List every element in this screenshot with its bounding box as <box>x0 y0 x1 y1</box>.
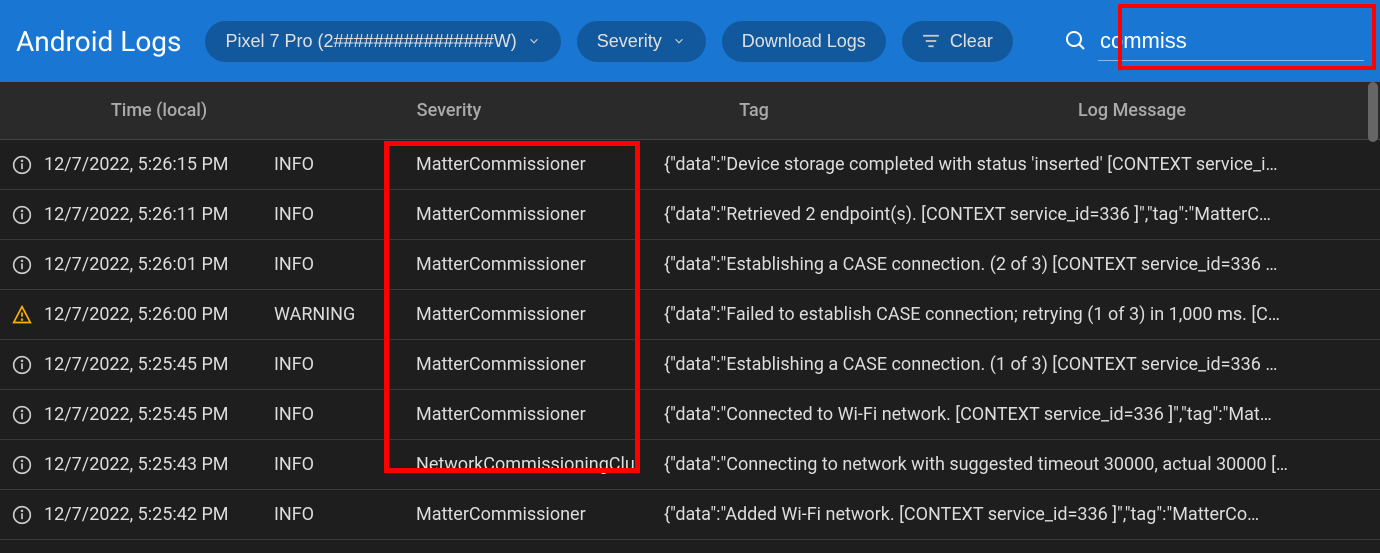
cell-message: {"data":"Establishing a CASE connection.… <box>664 254 1380 275</box>
cell-message: {"data":"Device storage completed with s… <box>664 154 1380 175</box>
severity-label: Severity <box>597 31 662 52</box>
table-row[interactable]: 12/7/2022, 5:26:11 PMINFOMatterCommissio… <box>0 190 1380 240</box>
cell-tag: MatterCommissioner <box>404 504 664 525</box>
col-header-message: Log Message <box>884 100 1380 121</box>
cell-message: {"data":"Establishing a CASE connection.… <box>664 354 1380 375</box>
clear-button[interactable]: Clear <box>902 21 1013 62</box>
cell-severity: INFO <box>274 204 404 225</box>
table-row[interactable]: 12/7/2022, 5:25:42 PMINFOMatterCommissio… <box>0 490 1380 540</box>
cell-message: {"data":"Retrieved 2 endpoint(s). [CONTE… <box>664 204 1380 225</box>
table-header: Time (local) Severity Tag Log Message <box>0 82 1380 140</box>
cell-time: 12/7/2022, 5:25:43 PM <box>44 454 274 475</box>
cell-severity: INFO <box>274 404 404 425</box>
cell-tag: MatterCommissioner <box>404 404 664 425</box>
cell-time: 12/7/2022, 5:25:45 PM <box>44 404 274 425</box>
cell-severity: INFO <box>274 254 404 275</box>
search-wrap <box>1064 22 1364 61</box>
info-icon <box>0 505 44 525</box>
table-row[interactable]: 12/7/2022, 5:25:45 PMINFOMatterCommissio… <box>0 390 1380 440</box>
cell-severity: INFO <box>274 504 404 525</box>
cell-tag: MatterCommissioner <box>404 304 664 325</box>
table-row[interactable]: 12/7/2022, 5:25:43 PMINFONetworkCommissi… <box>0 440 1380 490</box>
log-rows: 12/7/2022, 5:26:15 PMINFOMatterCommissio… <box>0 140 1380 540</box>
download-logs-button[interactable]: Download Logs <box>722 21 886 62</box>
info-icon <box>0 205 44 225</box>
info-icon <box>0 155 44 175</box>
cell-time: 12/7/2022, 5:26:00 PM <box>44 304 274 325</box>
cell-time: 12/7/2022, 5:25:42 PM <box>44 504 274 525</box>
device-label: Pixel 7 Pro (2################W) <box>225 31 516 52</box>
severity-filter[interactable]: Severity <box>577 21 706 62</box>
info-icon <box>0 405 44 425</box>
table-row[interactable]: 12/7/2022, 5:26:15 PMINFOMatterCommissio… <box>0 140 1380 190</box>
table-row[interactable]: 12/7/2022, 5:26:01 PMINFOMatterCommissio… <box>0 240 1380 290</box>
cell-severity: INFO <box>274 354 404 375</box>
device-selector[interactable]: Pixel 7 Pro (2################W) <box>205 21 560 62</box>
cell-tag: MatterCommissioner <box>404 154 664 175</box>
cell-tag: MatterCommissioner <box>404 254 664 275</box>
info-icon <box>0 355 44 375</box>
cell-tag: MatterCommissioner <box>404 204 664 225</box>
cell-message: {"data":"Added Wi-Fi network. [CONTEXT s… <box>664 504 1380 525</box>
col-header-tag: Tag <box>624 100 884 121</box>
cell-message: {"data":"Failed to establish CASE connec… <box>664 304 1380 325</box>
table-row[interactable]: 12/7/2022, 5:25:45 PMINFOMatterCommissio… <box>0 340 1380 390</box>
cell-tag: MatterCommissioner <box>404 354 664 375</box>
table-row[interactable]: 12/7/2022, 5:26:00 PMWARNINGMatterCommis… <box>0 290 1380 340</box>
cell-message: {"data":"Connecting to network with sugg… <box>664 454 1380 475</box>
cell-severity: INFO <box>274 154 404 175</box>
download-label: Download Logs <box>742 31 866 52</box>
cell-time: 12/7/2022, 5:26:01 PM <box>44 254 274 275</box>
cell-time: 12/7/2022, 5:26:11 PM <box>44 204 274 225</box>
chevron-down-icon <box>527 34 541 48</box>
cell-time: 12/7/2022, 5:25:45 PM <box>44 354 274 375</box>
col-header-time: Time (local) <box>44 100 274 121</box>
cell-time: 12/7/2022, 5:26:15 PM <box>44 154 274 175</box>
search-input[interactable] <box>1098 22 1364 61</box>
header-bar: Android Logs Pixel 7 Pro (2#############… <box>0 0 1380 82</box>
cell-severity: WARNING <box>274 304 404 325</box>
info-icon <box>0 455 44 475</box>
info-icon <box>0 255 44 275</box>
page-title: Android Logs <box>16 25 181 58</box>
cell-tag: NetworkCommissioningClu <box>404 454 664 475</box>
chevron-down-icon <box>672 34 686 48</box>
search-icon <box>1064 29 1088 53</box>
cell-severity: INFO <box>274 454 404 475</box>
col-header-severity: Severity <box>274 100 624 121</box>
cell-message: {"data":"Connected to Wi-Fi network. [CO… <box>664 404 1380 425</box>
filter-icon <box>922 34 940 48</box>
scrollbar[interactable] <box>1368 82 1378 142</box>
warning-icon <box>0 305 44 325</box>
clear-label: Clear <box>950 31 993 52</box>
